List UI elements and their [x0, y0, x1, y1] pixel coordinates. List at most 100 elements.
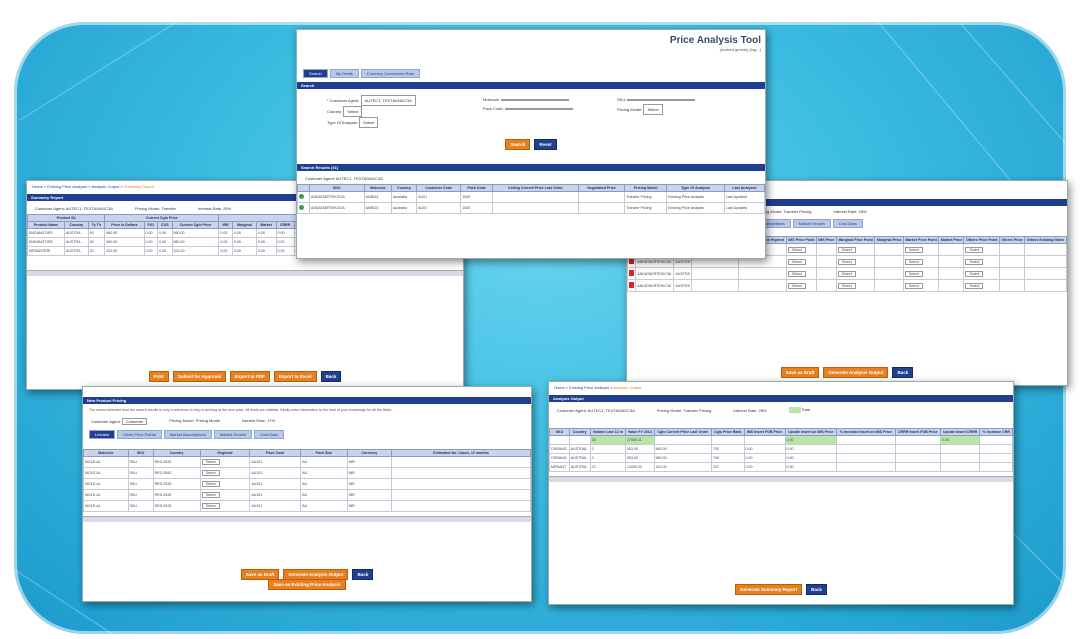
- table-row[interactable]: ANDATAERTEKIC3AAUSTRA Select Select Select S…: [627, 279, 1067, 292]
- select-dropdown[interactable]: Select: [965, 258, 984, 265]
- column-header[interactable]: Country: [568, 428, 591, 436]
- select-dropdown[interactable]: Select: [965, 270, 984, 277]
- tab-4[interactable]: Cost Data: [253, 430, 284, 439]
- reset-button[interactable]: Reset: [534, 139, 557, 150]
- table-row[interactable]: CRRANG AUSTRAL 2 553.00 560.00 700 0.00 0.00: [549, 453, 1013, 463]
- column-header[interactable]: Cglo Price Rank: [711, 428, 745, 436]
- table-row[interactable]: MOLE-AL SKU REG-ENG Select AU101 AU INR: [83, 467, 531, 479]
- table-row[interactable]: CRRANG AUSTRAL 2 553.00 560.00 700 0.00 0.00: [549, 444, 1013, 454]
- tab-3[interactable]: Market Growth: [213, 430, 252, 439]
- column-header[interactable]: Country: [152, 449, 201, 457]
- tab-2[interactable]: Currency Conversion Rate: [360, 69, 420, 78]
- column-header[interactable]: Market Price: [938, 236, 965, 244]
- column-header[interactable]: [297, 184, 310, 192]
- select-dropdown[interactable]: Select: [201, 481, 220, 487]
- column-header[interactable]: Molecule: [363, 184, 392, 192]
- column-header[interactable]: IMS Price: [815, 236, 837, 244]
- select-dropdown[interactable]: Select: [201, 503, 220, 509]
- column-header[interactable]: Market Price Point: [902, 236, 940, 244]
- table-row[interactable]: MOLE-AL SKU REG-ENG Select AU101 AU INR: [83, 500, 531, 512]
- horizontal-scrollbar[interactable]: [83, 516, 531, 522]
- column-header[interactable]: SKU: [549, 428, 570, 436]
- select-dropdown[interactable]: Select: [201, 492, 220, 498]
- action-button[interactable]: Save as Draft: [780, 367, 820, 378]
- column-header[interactable]: Others Existing Notes: [1024, 236, 1067, 244]
- column-header[interactable]: Pack Code: [460, 184, 493, 192]
- column-header[interactable]: Marginal Price Point: [835, 236, 876, 244]
- column-header[interactable]: Customer Code: [416, 184, 462, 192]
- column-header[interactable]: Ty Th: [87, 221, 106, 229]
- view-icon[interactable]: [299, 194, 304, 199]
- action-button[interactable]: Print: [148, 371, 169, 382]
- column-header[interactable]: Marginal Price: [874, 236, 904, 244]
- column-header[interactable]: Pack Code: [249, 449, 302, 457]
- action-button[interactable]: Back: [320, 371, 342, 382]
- column-header[interactable]: SKU: [127, 449, 154, 457]
- select-dropdown[interactable]: Select: [837, 282, 856, 289]
- table-row[interactable]: ANDATAERTEKIC3A AN8021 Australia AU01 1000 Tr…: [297, 202, 765, 214]
- action-button[interactable]: Back: [892, 367, 914, 378]
- column-header[interactable]: Estimated No. Cases, 12 months: [391, 449, 531, 457]
- column-header[interactable]: Current Cglo Price: [171, 221, 220, 229]
- select-dropdown[interactable]: Select: [787, 258, 806, 265]
- column-header[interactable]: Molecule: [83, 449, 129, 457]
- tab-1[interactable]: My Drafts: [329, 69, 359, 78]
- country-select[interactable]: Select: [343, 106, 363, 117]
- column-header[interactable]: Others Price: [998, 236, 1026, 244]
- select-dropdown[interactable]: Select: [201, 459, 220, 465]
- column-header[interactable]: % Increase CRR: [979, 428, 1013, 436]
- sku-input[interactable]: [627, 99, 696, 101]
- column-header[interactable]: SKU: [308, 184, 365, 192]
- column-header[interactable]: Others Price Point: [963, 236, 1000, 244]
- select-dropdown[interactable]: Select: [904, 246, 923, 253]
- column-header[interactable]: Volume Last 12 m: [589, 428, 627, 436]
- crumb-home[interactable]: Home: [32, 184, 43, 189]
- pdf-icon[interactable]: [629, 270, 634, 276]
- column-header[interactable]: Pack Size: [300, 449, 348, 457]
- table-row[interactable]: MOLE-AL SKU REG-ENG Select AU101 AU INR: [83, 489, 531, 501]
- select-dropdown[interactable]: Select: [965, 246, 984, 253]
- molecule-input[interactable]: [501, 99, 570, 101]
- table-row[interactable]: MOLE-AL SKU REG-ENG Select AU101 AU INR: [83, 478, 531, 490]
- crumb-analysis[interactable]: Analysis Output: [91, 184, 119, 189]
- customer-input[interactable]: Customer: [121, 418, 148, 425]
- tab-1[interactable]: Market Growth: [792, 219, 831, 228]
- tab-1[interactable]: Other Price Points: [117, 430, 162, 439]
- select-dropdown[interactable]: Select: [904, 282, 923, 289]
- column-header[interactable]: Market: [255, 221, 277, 229]
- column-header[interactable]: CRRR Insert FOB Price: [894, 428, 941, 436]
- search-button[interactable]: Search: [505, 139, 531, 150]
- analysis-type-select[interactable]: Select: [359, 117, 379, 128]
- column-header[interactable]: Price In Dollars: [104, 221, 145, 229]
- tab-2[interactable]: Cost Data: [832, 219, 863, 228]
- action-button[interactable]: Generate Analysis Output: [823, 367, 889, 378]
- select-dropdown[interactable]: Select: [837, 258, 856, 265]
- column-header[interactable]: FX1: [143, 221, 159, 229]
- column-header[interactable]: Last Analyzed: [723, 184, 765, 192]
- column-header[interactable]: Regional: [199, 449, 251, 457]
- pack-code-input[interactable]: [504, 108, 573, 110]
- tab-0[interactable]: Search: [303, 69, 328, 78]
- column-header[interactable]: Upside Insert on IMS Price: [784, 428, 837, 436]
- column-header[interactable]: Ceiling Current Price Last Order: [491, 184, 579, 192]
- column-header[interactable]: Country: [390, 184, 418, 192]
- select-dropdown[interactable]: Select: [837, 246, 856, 253]
- column-header[interactable]: IMS Insert FOB Price: [743, 428, 786, 436]
- pdf-icon[interactable]: [629, 282, 634, 288]
- table-row[interactable]: ANDATAERTEKIC3AAUSTRA Select Select Select S…: [627, 267, 1067, 280]
- table-row[interactable]: MRSANT AUSTRAL 22 12000.00 322.00 237 0.00 0.00: [549, 462, 1013, 472]
- action-button[interactable]: Export to Excel: [273, 371, 317, 382]
- view-icon[interactable]: [299, 205, 304, 210]
- column-header[interactable]: Value FY 2013: [625, 428, 655, 436]
- select-dropdown[interactable]: Select: [837, 270, 856, 277]
- action-button[interactable]: Generate Summary Report: [735, 584, 803, 595]
- column-header[interactable]: CRRR: [275, 221, 295, 229]
- horizontal-scrollbar[interactable]: [549, 476, 1013, 482]
- crumb-existing[interactable]: Existing Price Analysis: [569, 385, 609, 390]
- select-dropdown[interactable]: Select: [787, 282, 806, 289]
- column-header[interactable]: Cglo Current Price Last Order: [653, 428, 713, 436]
- column-header[interactable]: IRR: [218, 221, 233, 229]
- select-dropdown[interactable]: Select: [965, 282, 984, 289]
- select-dropdown[interactable]: Select: [904, 258, 923, 265]
- select-dropdown[interactable]: Select: [787, 246, 806, 253]
